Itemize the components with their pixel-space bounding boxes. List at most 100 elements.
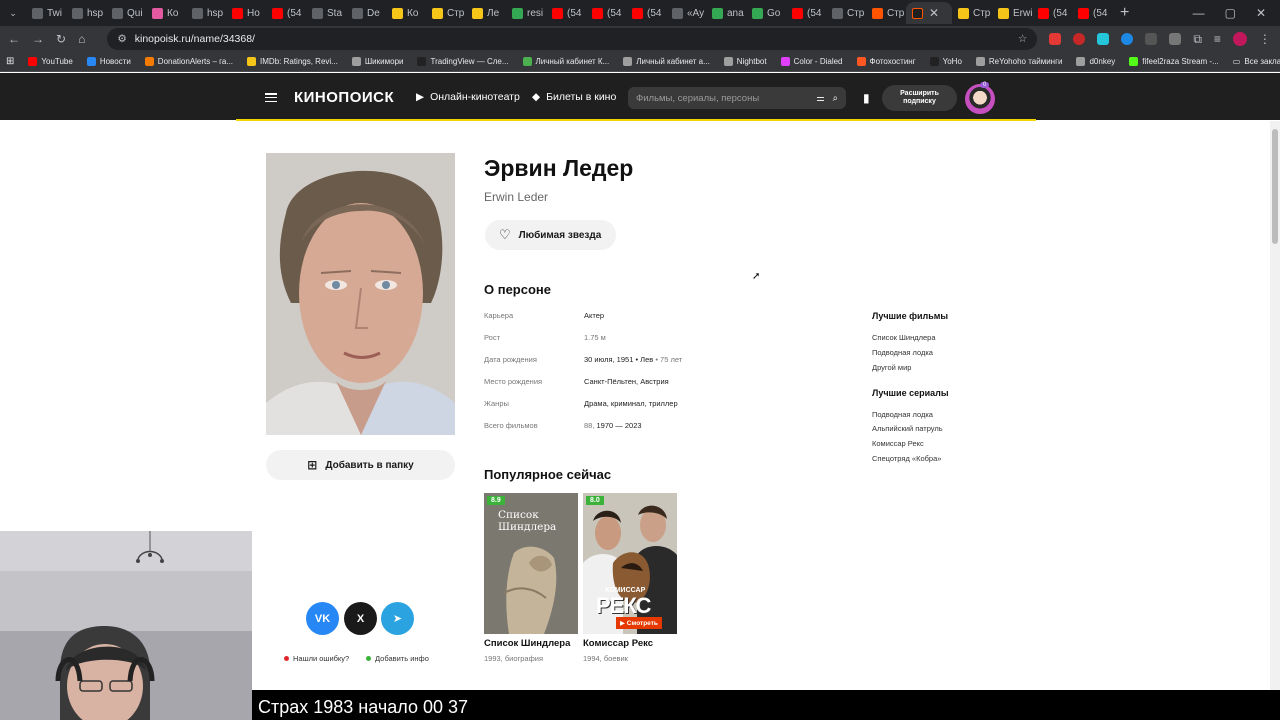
- bookmark-item[interactable]: IMDb: Ratings, Revi...: [247, 57, 338, 66]
- browser-tab[interactable]: Sta: [306, 2, 346, 24]
- best-series-link[interactable]: Спецотряд «Кобра»: [872, 454, 941, 463]
- add-to-folder-button[interactable]: ⊞ Добавить в папку: [266, 450, 455, 480]
- browser-tab[interactable]: ana: [706, 2, 746, 24]
- extension-icon[interactable]: [1073, 33, 1086, 45]
- profile-icon[interactable]: [1232, 32, 1247, 46]
- kinopoisk-logo[interactable]: КИНОПОИСК: [294, 89, 394, 106]
- best-film-link[interactable]: Список Шиндлера: [872, 333, 936, 342]
- x-share-icon[interactable]: X: [344, 602, 377, 635]
- browser-tab[interactable]: Ле: [466, 2, 506, 24]
- telegram-share-icon[interactable]: ➤: [381, 602, 414, 635]
- back-icon[interactable]: ←: [8, 32, 20, 46]
- bookmark-item[interactable]: Новости: [86, 57, 131, 66]
- extension-icon[interactable]: [1049, 33, 1062, 45]
- best-series-link[interactable]: Альпийский патруль: [872, 424, 943, 433]
- browser-tab[interactable]: (54: [786, 2, 826, 24]
- popular-title[interactable]: Список Шиндлера: [484, 638, 570, 649]
- reload-icon[interactable]: ↻: [56, 32, 66, 46]
- bookmark-item[interactable]: Color - Dialed: [780, 57, 843, 66]
- bookmark-item[interactable]: Фотохостинг: [856, 57, 916, 66]
- info-value[interactable]: Актер: [584, 311, 604, 320]
- bookmark-item[interactable]: Личный кабинет а...: [623, 57, 710, 66]
- browser-tab[interactable]: Twi: [26, 2, 66, 24]
- best-series-link[interactable]: Комиссар Рекс: [872, 439, 924, 448]
- extension-icon[interactable]: [1145, 33, 1158, 45]
- burger-menu-icon[interactable]: [265, 93, 277, 102]
- browser-tab[interactable]: (54: [586, 2, 626, 24]
- bookmark-item[interactable]: Nightbot: [723, 57, 767, 66]
- search-icon[interactable]: ⌕: [833, 93, 838, 104]
- apps-grid-icon[interactable]: ⊞: [6, 56, 14, 67]
- scrollbar-thumb[interactable]: [1272, 129, 1278, 244]
- popular-title[interactable]: Комиссар Рекс: [583, 638, 653, 649]
- browser-tab[interactable]: Ho: [226, 2, 266, 24]
- browser-tab[interactable]: «Ау: [666, 2, 706, 24]
- best-film-link[interactable]: Другой мир: [872, 363, 911, 372]
- close-window-icon[interactable]: ✕: [1256, 6, 1266, 20]
- bookmark-item[interactable]: d0nkey: [1076, 57, 1115, 66]
- browser-tab[interactable]: hsp: [186, 2, 226, 24]
- bookmark-item[interactable]: Личный кабинет К...: [522, 57, 609, 66]
- browser-tab[interactable]: (54: [626, 2, 666, 24]
- poster-schindlers-list[interactable]: Список Шиндлера 8.9: [484, 493, 578, 634]
- browser-tab[interactable]: Стр: [866, 2, 906, 24]
- watch-badge[interactable]: ▶ Смотреть: [616, 617, 662, 629]
- browser-tab[interactable]: De: [346, 2, 386, 24]
- avatar[interactable]: [965, 84, 995, 114]
- browser-tab[interactable]: Стр: [426, 2, 466, 24]
- minimize-icon[interactable]: —: [1193, 6, 1205, 20]
- page-scrollbar[interactable]: [1270, 121, 1280, 691]
- extension-icon[interactable]: [1169, 33, 1182, 45]
- browser-tab[interactable]: resi: [506, 2, 546, 24]
- bookmark-item[interactable]: TradingView — Сле...: [417, 57, 509, 66]
- browser-tab[interactable]: Стр: [826, 2, 866, 24]
- close-tab-icon[interactable]: ✕: [929, 6, 939, 20]
- filter-icon[interactable]: ⚌: [816, 93, 825, 104]
- browser-tab[interactable]: Ко: [386, 2, 426, 24]
- films-count[interactable]: 88,: [584, 421, 597, 430]
- browser-tab[interactable]: Qui: [106, 2, 146, 24]
- tab-active[interactable]: ✕: [906, 2, 952, 24]
- browser-tab[interactable]: hsp: [66, 2, 106, 24]
- bookmark-item[interactable]: YouTube: [28, 57, 73, 66]
- bookmark-icon[interactable]: ▮: [863, 91, 870, 105]
- browser-tab[interactable]: Go: [746, 2, 786, 24]
- extensions-puzzle-icon[interactable]: ⧉: [1193, 32, 1202, 47]
- info-value[interactable]: 30 июля, 1951 • Лев: [584, 355, 653, 364]
- vk-share-icon[interactable]: VK: [306, 602, 339, 635]
- bookmark-item[interactable]: fifeel2raza Stream -...: [1129, 57, 1219, 66]
- extension-icon[interactable]: [1121, 33, 1134, 45]
- star-icon[interactable]: ☆: [1018, 33, 1027, 45]
- search-input[interactable]: Фильмы, сериалы, персоны ⚌ ⌕: [628, 87, 846, 109]
- browser-tab[interactable]: (54: [1072, 2, 1112, 24]
- best-film-link[interactable]: Подводная лодка: [872, 348, 933, 357]
- favorite-star-button[interactable]: ♡ Любимая звезда: [485, 220, 616, 250]
- tab-search-button[interactable]: ⌄: [0, 8, 26, 19]
- browser-tab[interactable]: Стр: [952, 2, 992, 24]
- new-tab-button[interactable]: +: [1120, 4, 1129, 22]
- browser-tab[interactable]: (54: [1032, 2, 1072, 24]
- all-bookmarks[interactable]: ▭ Все закладки: [1233, 57, 1280, 66]
- browser-tab[interactable]: (54: [266, 2, 306, 24]
- bookmark-item[interactable]: YoHo: [929, 57, 962, 66]
- browser-tab[interactable]: (54: [546, 2, 586, 24]
- nav-tickets[interactable]: ◆ Билеты в кино: [532, 91, 616, 103]
- menu-dots-icon[interactable]: ⋮: [1259, 32, 1271, 46]
- poster-kommissar-rex[interactable]: КОМИССАР РЕКС ▶ Смотреть 8.0: [583, 493, 677, 634]
- browser-tab[interactable]: Erwi: [992, 2, 1032, 24]
- address-bar[interactable]: ⚙ kinopoisk.ru/name/34368/ ☆: [107, 28, 1038, 50]
- home-icon[interactable]: ⌂: [78, 32, 85, 46]
- forward-icon[interactable]: →: [32, 32, 44, 46]
- maximize-icon[interactable]: ▢: [1225, 6, 1236, 20]
- report-error-link[interactable]: Нашли ошибку?: [284, 654, 349, 663]
- add-info-link[interactable]: Добавить инфо: [366, 654, 429, 663]
- browser-tab[interactable]: Ко: [146, 2, 186, 24]
- best-series-link[interactable]: Подводная лодка: [872, 410, 933, 419]
- extension-icon[interactable]: [1097, 33, 1110, 45]
- info-value[interactable]: Санкт-Пёльтен, Австрия: [584, 377, 669, 386]
- extend-subscription-button[interactable]: Расширить подписку: [882, 85, 957, 111]
- info-value[interactable]: Драма, криминал, триллер: [584, 399, 678, 408]
- reading-list-icon[interactable]: ≡: [1214, 32, 1221, 46]
- nav-online-cinema[interactable]: ▶ Онлайн-кинотеатр: [416, 91, 520, 103]
- site-info-icon[interactable]: ⚙: [117, 33, 126, 45]
